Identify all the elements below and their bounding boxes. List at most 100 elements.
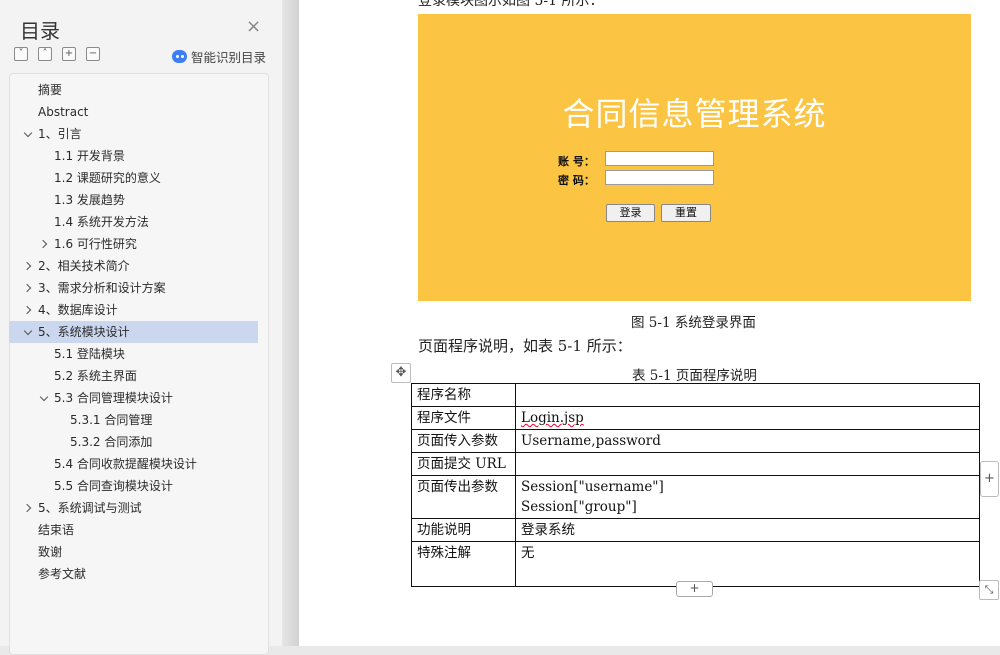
password-label: 密 码： bbox=[558, 174, 595, 187]
table-value-cell[interactable] bbox=[515, 383, 980, 407]
collapse-all-icon[interactable]: ˅ bbox=[14, 47, 28, 61]
account-input bbox=[605, 151, 714, 166]
table-value: 登录系统 bbox=[521, 522, 575, 538]
chevron-right-icon[interactable] bbox=[22, 277, 36, 299]
toc-item-label: 5.4 合同收款提醒模块设计 bbox=[54, 457, 197, 471]
toc-item-label: Abstract bbox=[38, 105, 89, 119]
add-row-button[interactable]: + bbox=[676, 581, 713, 597]
table-key-cell[interactable]: 程序名称 bbox=[411, 383, 516, 407]
toc-item-label: 4、数据库设计 bbox=[38, 303, 118, 317]
toc-item[interactable]: 5.3.1 合同管理 bbox=[0, 409, 266, 431]
chevron-right-icon[interactable] bbox=[22, 497, 36, 519]
toc-item[interactable]: 1.6 可行性研究 bbox=[0, 233, 266, 255]
expand-up-icon[interactable]: ˄ bbox=[38, 47, 52, 61]
table-value-cell[interactable] bbox=[515, 452, 980, 476]
table-value-cell[interactable]: Session["username"] Session["group"] bbox=[515, 475, 980, 519]
toc-item[interactable]: 结束语 bbox=[0, 519, 266, 541]
table-row: 页面传出参数 Session["username"] Session["group"… bbox=[411, 475, 980, 519]
toc-item[interactable]: 4、数据库设计 bbox=[0, 299, 266, 321]
chevron-down-icon[interactable] bbox=[22, 321, 36, 343]
toc-item[interactable]: 摘要 bbox=[0, 79, 266, 101]
toc-item-label: 参考文献 bbox=[38, 567, 87, 581]
toc-item[interactable]: 5.1 登陆模块 bbox=[0, 343, 266, 365]
toc-item-label: 2、相关技术简介 bbox=[38, 259, 130, 273]
toc-item[interactable]: 1.2 课题研究的意义 bbox=[0, 167, 266, 189]
remove-icon[interactable]: − bbox=[86, 47, 100, 61]
table-row: 功能说明 登录系统 bbox=[411, 518, 980, 542]
account-label: 账 号： bbox=[558, 155, 595, 168]
body-paragraph: 页面程序说明，如表 5-1 所示： bbox=[418, 337, 632, 355]
toc-item-label: 1.3 发展趋势 bbox=[54, 193, 125, 207]
add-column-button[interactable]: + bbox=[980, 461, 999, 497]
figure-caption: 图 5-1 系统登录界面 bbox=[631, 315, 756, 331]
toc-item[interactable]: 致谢 bbox=[0, 541, 266, 563]
chevron-down-icon[interactable] bbox=[38, 387, 52, 409]
close-icon[interactable]: × bbox=[246, 17, 261, 37]
table-key-cell[interactable]: 特殊注解 bbox=[411, 541, 516, 587]
toc-item[interactable]: 1.1 开发背景 bbox=[0, 145, 266, 167]
table-value-cell[interactable]: Login.jsp bbox=[515, 406, 980, 430]
chevron-down-icon[interactable] bbox=[22, 123, 36, 145]
toc-item-label: 摘要 bbox=[38, 83, 63, 97]
login-button: 登录 bbox=[606, 204, 655, 222]
toc-item[interactable]: 5、系统调试与测试 bbox=[0, 497, 266, 519]
toc-item-label: 1.2 课题研究的意义 bbox=[54, 171, 161, 185]
table-key-cell[interactable]: 页面传出参数 bbox=[411, 475, 516, 519]
table-row: 页面传入参数 Username,password bbox=[411, 429, 980, 453]
chevron-right-icon[interactable] bbox=[22, 255, 36, 277]
table-row: 页面提交 URL bbox=[411, 452, 980, 476]
table-value: Login.jsp bbox=[521, 410, 584, 426]
toc-item-label: 1.4 系统开发方法 bbox=[54, 215, 149, 229]
table-caption: 表 5-1 页面程序说明 bbox=[632, 368, 757, 384]
toc-item[interactable]: 5.3 合同管理模块设计 bbox=[0, 387, 266, 409]
toc-item[interactable]: 1、引言 bbox=[0, 123, 266, 145]
toc-item[interactable]: 2、相关技术简介 bbox=[0, 255, 266, 277]
toc-item-label: 1、引言 bbox=[38, 127, 82, 141]
table-value-cell[interactable]: 无 bbox=[515, 541, 980, 587]
login-screenshot-figure: 合同信息管理系统 账 号： 密 码： 登录 重置 bbox=[418, 14, 971, 301]
chevron-right-icon[interactable] bbox=[22, 299, 36, 321]
toc-item[interactable]: 5、系统模块设计 bbox=[9, 321, 258, 343]
table-value-line2: Session["group"] bbox=[521, 499, 637, 515]
table-value-cell[interactable]: Username,password bbox=[515, 429, 980, 453]
toc-item-label: 5.5 合同查询模块设计 bbox=[54, 479, 173, 493]
toc-item[interactable]: 1.4 系统开发方法 bbox=[0, 211, 266, 233]
move-icon[interactable]: ✥ bbox=[391, 363, 411, 383]
toc-item[interactable]: 3、需求分析和设计方案 bbox=[0, 277, 266, 299]
table-key-cell[interactable]: 功能说明 bbox=[411, 518, 516, 542]
table-row: 特殊注解无 bbox=[411, 541, 980, 587]
sidebar-title: 目录 bbox=[20, 19, 60, 43]
ai-robot-icon bbox=[172, 50, 187, 63]
toc-item-label: 致谢 bbox=[38, 545, 63, 559]
toc-item-label: 5、系统模块设计 bbox=[38, 325, 130, 339]
toc-item[interactable]: 5.4 合同收款提醒模块设计 bbox=[0, 453, 266, 475]
toc-item-label: 1.1 开发背景 bbox=[54, 149, 125, 163]
toc-item[interactable]: Abstract bbox=[0, 101, 266, 123]
toc-item[interactable]: 参考文献 bbox=[0, 563, 266, 585]
toc-item-label: 5.3.2 合同添加 bbox=[70, 435, 153, 449]
table-key-cell[interactable]: 页面传入参数 bbox=[411, 429, 516, 453]
table-key-cell[interactable]: 页面提交 URL bbox=[411, 452, 516, 476]
login-figure-title: 合同信息管理系统 bbox=[562, 95, 827, 133]
toc-item[interactable]: 5.5 合同查询模块设计 bbox=[0, 475, 266, 497]
toc-item-label: 3、需求分析和设计方案 bbox=[38, 281, 166, 295]
toc-item-label: 5.3.1 合同管理 bbox=[70, 413, 153, 427]
add-icon[interactable]: + bbox=[62, 47, 76, 61]
document-page: 登录模块图示如图 5-1 所示： 合同信息管理系统 账 号： 密 码： 登录 重… bbox=[299, 0, 1000, 646]
resize-icon[interactable]: ⤡ bbox=[979, 580, 999, 600]
panel-divider[interactable] bbox=[282, 0, 299, 646]
toc-sidebar: 目录 × ˅ ˄ + − 智能识别目录 摘要 Abstract 1、引言 1.1 开发… bbox=[0, 0, 282, 655]
toc-item[interactable]: 5.2 系统主界面 bbox=[0, 365, 266, 387]
table-row: 程序名称 bbox=[411, 383, 980, 407]
table-key-cell[interactable]: 程序文件 bbox=[411, 406, 516, 430]
toc-item[interactable]: 1.3 发展趋势 bbox=[0, 189, 266, 211]
smart-toc-label: 智能识别目录 bbox=[191, 50, 267, 65]
smart-toc-button[interactable]: 智能识别目录 bbox=[172, 47, 266, 66]
table-value: Username,password bbox=[521, 433, 661, 449]
table-value: 无 bbox=[521, 545, 535, 561]
toc-item[interactable]: 5.3.2 合同添加 bbox=[0, 431, 266, 453]
chevron-right-icon[interactable] bbox=[38, 233, 52, 255]
table-value-cell[interactable]: 登录系统 bbox=[515, 518, 980, 542]
body-text-top: 登录模块图示如图 5-1 所示： bbox=[418, 0, 604, 9]
table-value: Session["username"] bbox=[521, 479, 664, 495]
